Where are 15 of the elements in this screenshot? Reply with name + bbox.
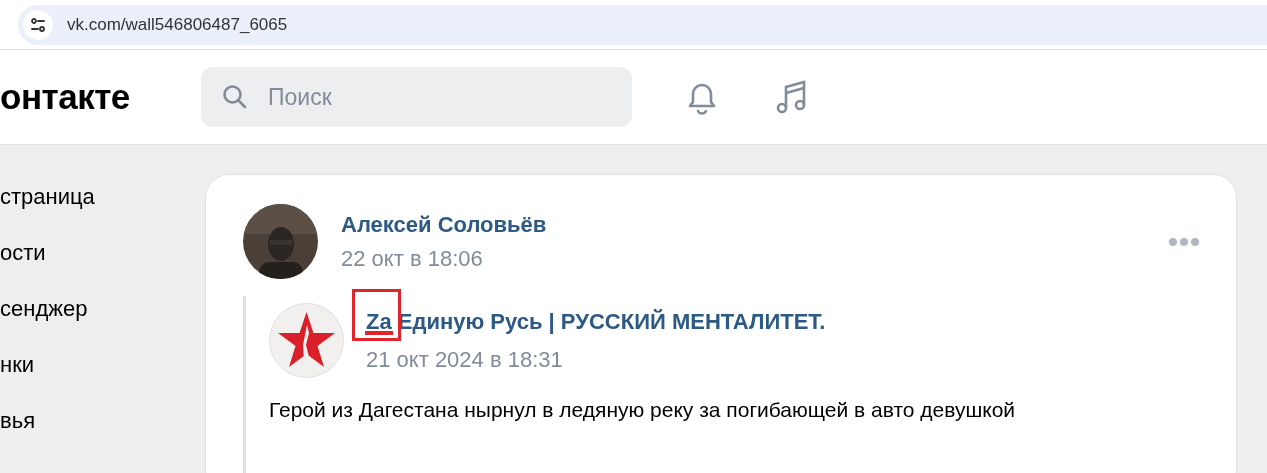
url-text: vk.com/wall546806487_6065 <box>67 14 288 35</box>
star-avatar-icon[interactable] <box>269 303 344 378</box>
sidebar-item[interactable]: сенджер <box>0 292 205 326</box>
highlight-underline <box>365 331 393 335</box>
sidebar-item[interactable]: нки <box>0 348 205 382</box>
sidebar-item[interactable]: страница <box>0 180 205 214</box>
site-settings-icon[interactable] <box>23 9 53 40</box>
sidebar-item[interactable]: вья <box>0 404 205 438</box>
author-name[interactable]: Алексей Соловьёв <box>341 211 547 238</box>
search-field[interactable]: Поиск <box>201 67 632 127</box>
address-bar[interactable]: vk.com/wall546806487_6065 <box>18 4 1267 45</box>
more-icon[interactable] <box>1168 236 1200 247</box>
logo-text[interactable]: онтакте <box>0 77 201 117</box>
post-text: Герой из Дагестана нырнул в ледяную реку за погибающей в авто девушкой <box>269 398 1017 422</box>
sidebar-item[interactable]: ости <box>0 236 205 270</box>
